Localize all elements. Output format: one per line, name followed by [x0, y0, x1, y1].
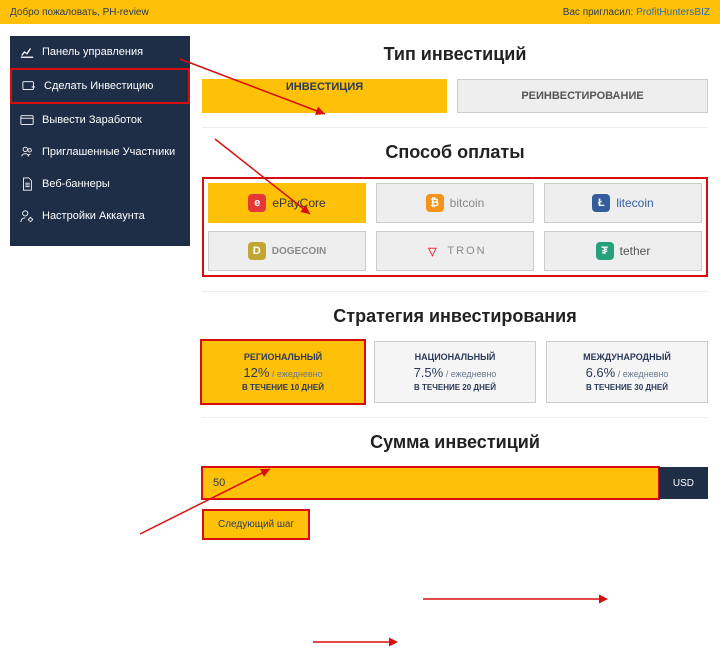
pay-dogecoin[interactable]: D DOGECOIN: [208, 231, 366, 271]
card-icon: [20, 113, 34, 127]
inviter-block: Вас пригласил: ProfitHuntersBIZ: [563, 7, 710, 18]
sidebar: Панель управления Сделать Инвестицию Выв…: [10, 36, 190, 246]
currency-label: USD: [659, 467, 708, 499]
users-icon: [20, 145, 34, 159]
strategy-international[interactable]: МЕЖДУНАРОДНЫЙ 6.6% / ежедневно В ТЕЧЕНИЕ…: [546, 341, 708, 403]
sidebar-item-banners[interactable]: Веб-баннеры: [10, 168, 190, 200]
bitcoin-icon: ₿: [426, 194, 444, 212]
pay-bitcoin[interactable]: ₿ bitcoin: [376, 183, 534, 223]
epaycore-icon: e: [248, 194, 266, 212]
content: Тип инвестиций ИНВЕСТИЦИЯ РЕИНВЕСТИРОВАН…: [190, 24, 720, 550]
welcome-text: Добро пожаловать, PH-review: [10, 7, 149, 18]
topbar: Добро пожаловать, PH-review Вас пригласи…: [0, 0, 720, 24]
document-icon: [20, 177, 34, 191]
user-gear-icon: [20, 209, 34, 223]
dogecoin-icon: D: [248, 242, 266, 260]
section-title-amount: Сумма инвестиций: [202, 432, 708, 453]
pay-epaycore[interactable]: e ePayCore: [208, 183, 366, 223]
sidebar-item-withdraw[interactable]: Вывести Заработок: [10, 104, 190, 136]
inviter-link[interactable]: ProfitHuntersBIZ: [636, 7, 710, 18]
sidebar-item-invest[interactable]: Сделать Инвестицию: [10, 68, 190, 104]
tab-reinvestment[interactable]: РЕИНВЕСТИРОВАНИЕ: [457, 79, 708, 113]
tether-icon: ₮: [596, 242, 614, 260]
sidebar-item-settings[interactable]: Настройки Аккаунта: [10, 200, 190, 232]
strategy-regional[interactable]: РЕГИОНАЛЬНЫЙ 12% / ежедневно В ТЕЧЕНИЕ 1…: [202, 341, 364, 403]
tab-investment[interactable]: ИНВЕСТИЦИЯ: [202, 79, 447, 113]
pay-tron[interactable]: ▽ TRON: [376, 231, 534, 271]
section-title-strategy: Стратегия инвестирования: [202, 306, 708, 327]
chart-icon: [20, 45, 34, 59]
amount-input[interactable]: [202, 467, 659, 499]
next-step-button[interactable]: Следующий шаг: [202, 509, 310, 540]
section-title-type: Тип инвестиций: [202, 44, 708, 65]
card-plus-icon: [22, 79, 36, 93]
section-title-payment: Способ оплаты: [202, 142, 708, 163]
pay-litecoin[interactable]: Ł litecoin: [544, 183, 702, 223]
litecoin-icon: Ł: [592, 194, 610, 212]
sidebar-item-referrals[interactable]: Приглашенные Участники: [10, 136, 190, 168]
strategy-national[interactable]: НАЦИОНАЛЬНЫЙ 7.5% / ежедневно В ТЕЧЕНИЕ …: [374, 341, 536, 403]
sidebar-item-dashboard[interactable]: Панель управления: [10, 36, 190, 68]
tron-icon: ▽: [423, 242, 441, 260]
pay-tether[interactable]: ₮ tether: [544, 231, 702, 271]
